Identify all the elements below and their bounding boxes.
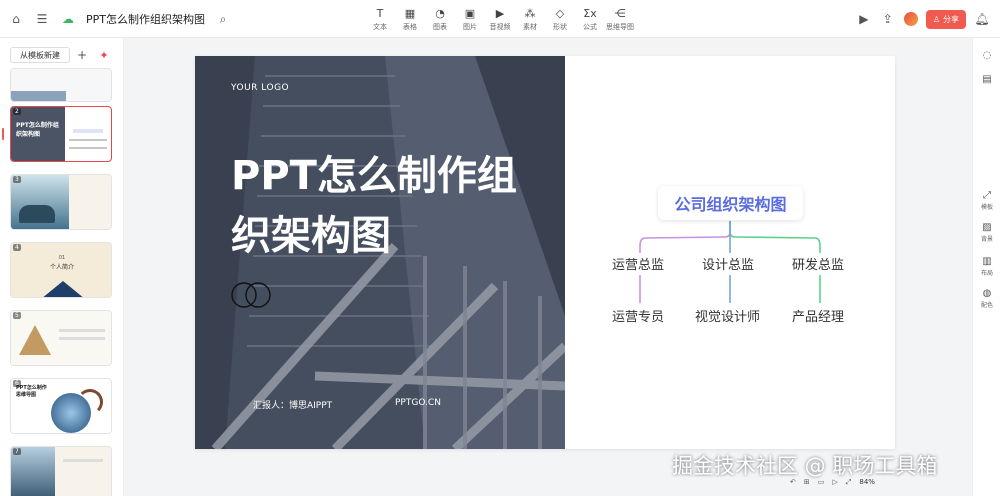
layout-icon: ▥ [982,256,992,267]
table-icon: ▦ [404,6,416,20]
shape-icon: ◇ [555,6,565,20]
video-icon: ▶ [495,6,505,20]
mindmap-icon: ⋲ [614,6,626,20]
slide-canvas[interactable]: YOUR LOGO PPT怎么制作组织架构图 汇报人：博思AIPPT PPTGO… [195,56,895,449]
rightbar-label: 模板 [980,204,993,211]
tool-label: 文本 [373,23,387,31]
slide-thumbnail-panel: 从模板新建 + ✦ PPT怎么制作组织架构图 2 3 01 个人简介 4 5 PPT怎么制作思… [0,38,124,496]
rightbar-comment[interactable]: ◌ [973,50,1000,61]
tool-image[interactable]: ▣ 图片 [455,6,485,32]
org-node-rd-director[interactable]: 研发总监 [792,254,844,273]
rightbar-label: 背景 [980,236,993,243]
tool-label: 音视频 [489,23,511,31]
chart-icon: ◔ [435,6,445,20]
tool-formula[interactable]: Σx 公式 [575,6,605,32]
play-icon[interactable]: ▶ [856,11,872,27]
slide-number: 6 [13,380,21,387]
bell-icon[interactable]: 🔔︎ [974,11,990,27]
tool-chart[interactable]: ◔ 图表 [425,6,455,32]
slide-number: 7 [13,448,21,455]
tool-label: 形状 [553,23,567,31]
slide-thumbnail[interactable]: 3 [10,174,112,230]
tool-label: 思维导图 [606,23,634,31]
rightbar-label: 配色 [980,302,993,309]
share-button[interactable]: ♙ 分享 [925,9,966,29]
tool-mindmap[interactable]: ⋲ 思维导图 [605,6,635,32]
slide-thumbnail[interactable]: 7 [10,446,112,496]
tool-label: 图片 [463,23,477,31]
slide-number: 5 [13,312,21,319]
watermark: 掘金技术社区 @ 职场工具箱 [672,454,938,478]
tool-shape[interactable]: ◇ 形状 [545,6,575,32]
menu-icon[interactable]: ☰ [34,11,50,27]
tool-video[interactable]: ▶ 音视频 [485,6,515,32]
tool-table[interactable]: ▦ 表格 [395,6,425,32]
org-root-node[interactable]: 公司组织架构图 [658,186,803,220]
slide-thumbnail[interactable]: PPT怎么制作组织架构图 2 [10,106,112,162]
share-label: 分享 [943,14,959,24]
tool-label: 表格 [403,23,417,31]
notes-icon: ▤ [982,74,992,85]
document-title[interactable]: PPT怎么制作组织架构图 [86,11,205,27]
tool-text[interactable]: T 文本 [365,6,395,32]
org-node-product-manager[interactable]: 产品经理 [792,306,844,325]
text-icon: T [376,6,384,20]
top-toolbar: ⌂ ☰ ☁ PPT怎么制作组织架构图 ⌕ T 文本 ▦ 表格 ◔ 图表 ▣ 图片 ▶ 音视频 ⁂ 素材… [0,0,1000,38]
user-icon: ♙ [932,14,940,24]
formula-icon: Σx [583,6,597,20]
home-icon[interactable]: ⌂ [8,11,24,27]
tool-label: 图表 [433,23,447,31]
topbar-right: ▶ ⇪ ♙ 分享 🔔︎ [856,0,990,38]
slide-thumbnail[interactable] [10,68,112,102]
rightbar-notes[interactable]: ▤ [973,74,1000,85]
rightbar-background[interactable]: ▨ 背景 [973,222,1000,243]
org-node-ops-director[interactable]: 运营总监 [612,254,664,273]
tool-material[interactable]: ⁂ 素材 [515,6,545,32]
add-slide-icon[interactable]: + [74,47,90,63]
org-node-design-director[interactable]: 设计总监 [702,254,754,273]
rightbar-palette[interactable]: ◍ 配色 [973,288,1000,309]
material-icon: ⁂ [524,6,536,20]
right-toolbar: ◌ ▤ ⤢ 模板 ▨ 背景 ▥ 布局 ◍ 配色 [972,38,1000,496]
slide-thumbnail[interactable]: 5 [10,310,112,366]
palette-icon: ◍ [982,288,992,299]
export-icon[interactable]: ⇪ [880,11,896,27]
insert-tools: T 文本 ▦ 表格 ◔ 图表 ▣ 图片 ▶ 音视频 ⁂ 素材 ◇ 形状 Σx 公式 ⋲ 思维导图 [365,6,635,32]
search-icon[interactable]: ⌕ [215,11,231,27]
new-from-template-button[interactable]: 从模板新建 [10,47,70,63]
slide-number: 2 [13,108,21,115]
slide-number: 4 [13,244,21,251]
image-icon: ▣ [464,6,476,20]
tool-label: 公式 [583,23,597,31]
slide-thumbnail[interactable]: 01 个人简介 4 [10,242,112,298]
avatar[interactable] [903,12,918,26]
org-node-ops-specialist[interactable]: 运营专员 [612,306,664,325]
tool-label: 素材 [523,23,537,31]
slide-number: 3 [13,176,21,183]
cloud-icon: ☁ [62,12,74,26]
comment-icon: ◌ [982,50,992,61]
ai-sparkle-icon[interactable]: ✦ [96,47,112,63]
org-chart-connectors [639,221,821,303]
org-node-visual-designer[interactable]: 视觉设计师 [695,306,760,325]
rightbar-label: 布局 [980,270,993,277]
rightbar-layout[interactable]: ▥ 布局 [973,256,1000,277]
active-indicator [2,128,4,140]
rightbar-template[interactable]: ⤢ 模板 [973,190,1000,211]
topbar-left: ⌂ ☰ ☁ PPT怎么制作组织架构图 ⌕ [8,0,231,38]
background-icon: ▨ [982,222,992,233]
template-icon: ⤢ [983,190,991,201]
slide-thumbnail[interactable]: PPT怎么制作思维导图 6 [10,378,112,434]
